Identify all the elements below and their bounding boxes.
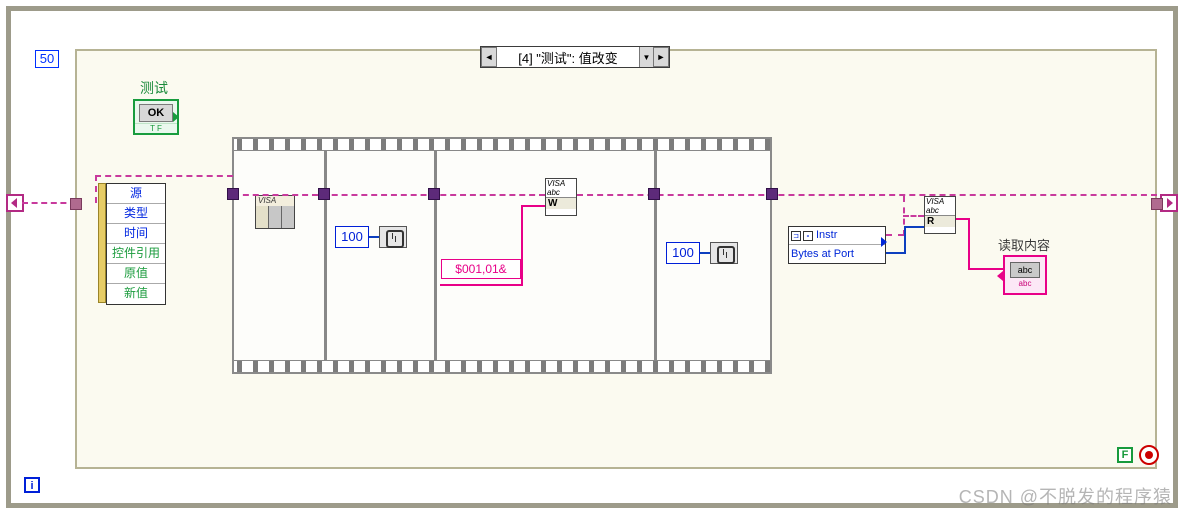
unbundle-item[interactable]: 源 [107, 184, 165, 204]
tunnel [766, 188, 778, 200]
unbundle-item[interactable]: 控件引用 [107, 244, 165, 264]
class-icon: ∘ [803, 231, 813, 241]
wire-string [521, 205, 523, 269]
tf-indicator: T F [135, 123, 177, 133]
tunnel [1151, 198, 1163, 210]
case-next-button[interactable]: ► [653, 47, 669, 67]
wait-timer-icon[interactable] [710, 242, 738, 264]
visa-abc: abc [546, 188, 576, 197]
film-sprocket-bottom [234, 360, 770, 372]
wire-string [440, 284, 523, 286]
visa-read-node[interactable]: VISA abc R [924, 196, 956, 234]
case-prev-button[interactable]: ◄ [481, 47, 497, 67]
case-selector: ◄ [4] "测试": 值改变 ▼ ► [480, 46, 670, 68]
film-sprocket-top [234, 139, 770, 151]
visa-abc: abc [925, 206, 955, 215]
wire [233, 194, 545, 196]
tunnel [318, 188, 330, 200]
wire-int [904, 226, 924, 228]
tunnel [227, 188, 239, 200]
sequence-divider [654, 151, 657, 360]
wire [95, 175, 97, 203]
loop-i-terminal: i [24, 477, 40, 493]
visa-tag: VISA [546, 179, 576, 188]
loop-f-terminal: F [1117, 447, 1133, 463]
wire [903, 215, 924, 217]
wait-ms-constant-2[interactable]: 100 [666, 242, 700, 264]
test-ok-terminal[interactable]: OK T F [133, 99, 179, 135]
wire-int [904, 226, 906, 254]
visa-configure-node[interactable]: VISA [255, 195, 295, 229]
sequence-divider [434, 151, 437, 360]
property-node[interactable]: ⊐ ∘ Instr Bytes at Port [788, 226, 886, 264]
wait-timer-icon[interactable] [379, 226, 407, 248]
sequence-divider [324, 151, 327, 360]
unbundle-item[interactable]: 类型 [107, 204, 165, 224]
loop-count-constant[interactable]: 50 [35, 50, 59, 68]
visa-read-letter: R [925, 215, 955, 227]
link-icon: ⊐ [791, 231, 801, 241]
case-label: [4] "测试": 值改变 [497, 48, 639, 67]
visa-cfg-body [256, 206, 294, 228]
wait-block-1: 100 [335, 226, 407, 250]
unbundle-spine [98, 183, 106, 303]
unbundle-item[interactable]: 原值 [107, 264, 165, 284]
unbundle-item[interactable]: 新值 [107, 284, 165, 304]
property-item-row[interactable]: Bytes at Port [789, 245, 885, 263]
property-class-row: ⊐ ∘ Instr [789, 227, 885, 245]
tunnel [648, 188, 660, 200]
tunnel [428, 188, 440, 200]
wait-ms-constant-1[interactable]: 100 [335, 226, 369, 248]
wire-int [369, 236, 379, 238]
unbundle-item[interactable]: 时间 [107, 224, 165, 244]
wire-int [886, 252, 906, 254]
arrow-left-icon [997, 271, 1003, 281]
read-indicator[interactable]: abc abc [1003, 255, 1047, 295]
visa-write-node[interactable]: VISA abc W [545, 178, 577, 216]
wire [886, 234, 904, 236]
wire-int [700, 252, 710, 254]
arrow-right-icon [881, 237, 887, 247]
tunnel [70, 198, 82, 210]
read-indicator-label: 读取内容 [998, 235, 1050, 254]
watermark-text: CSDN @不脱发的程序猿 [959, 483, 1172, 509]
loop-stop-terminal[interactable] [1139, 445, 1159, 465]
wire [22, 202, 76, 204]
write-string-constant[interactable]: $001,01& [441, 259, 521, 279]
visa-tag: VISA [256, 196, 294, 206]
test-control-label: 测试 [140, 78, 168, 98]
wire-string [968, 218, 970, 270]
indicator-type: abc [1019, 279, 1032, 288]
unbundle-by-name[interactable]: 源类型时间控件引用原值新值 [106, 183, 166, 305]
wait-block-2: 100 [666, 242, 738, 266]
wire [577, 194, 1157, 196]
property-icons: ⊐ ∘ [791, 231, 813, 241]
case-dropdown-button[interactable]: ▼ [639, 47, 653, 67]
visa-write-letter: W [546, 197, 576, 209]
wire-string [968, 268, 1003, 270]
ok-button-face: OK [139, 104, 173, 122]
wire [95, 175, 233, 177]
visa-tag: VISA [925, 197, 955, 206]
terminal-out-arrow-icon [173, 112, 179, 122]
indicator-box: abc [1010, 262, 1040, 278]
wire-string [521, 205, 545, 207]
